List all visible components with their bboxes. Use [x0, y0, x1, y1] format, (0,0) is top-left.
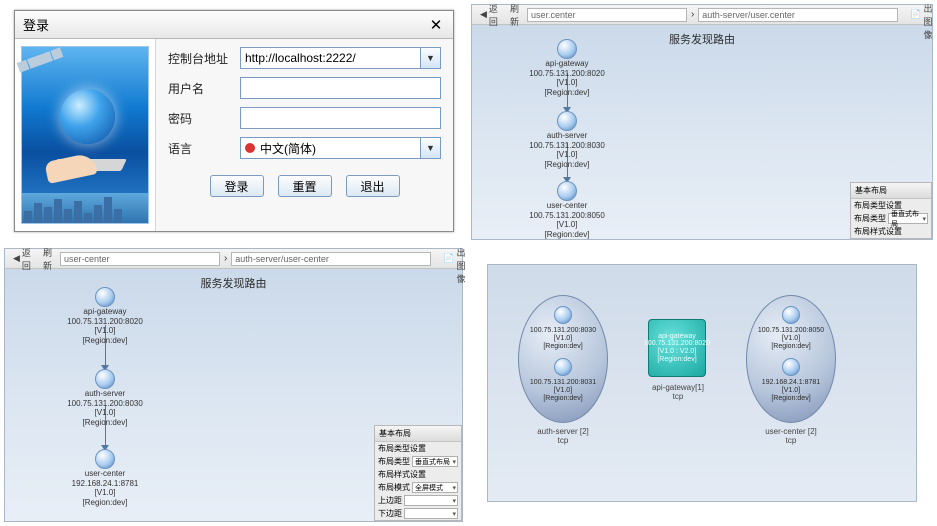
server-icon — [782, 358, 800, 376]
topology-window-tr: ◀ 返回 刷新 user.center › auth-server/user.c… — [471, 4, 933, 240]
bottom-margin-input[interactable] — [404, 508, 458, 519]
center-caption: api-gateway[1]tcp — [638, 383, 718, 401]
breadcrumb-sep: › — [224, 253, 227, 264]
node-auth-server[interactable]: auth-server 100.75.131.200:8030 [V1.0] [… — [537, 111, 597, 169]
topology-window-br: 100.75.131.200:8030 [V1.0] [Region:dev] … — [487, 264, 917, 502]
toolbar: ◀ 返回 刷新 user-center › auth-server/user-c… — [5, 249, 462, 269]
server-icon — [557, 39, 577, 59]
reset-button[interactable]: 重置 — [278, 175, 332, 197]
node-api-gateway[interactable]: api-gateway 100.75.131.200:8020 [V1.0] [… — [537, 39, 597, 97]
server-icon — [557, 111, 577, 131]
address-bar-2[interactable]: auth-server/user-center — [231, 252, 431, 266]
node-api-gateway[interactable]: api-gateway 100.75.131.200:8020 [V1.0] [… — [73, 287, 137, 345]
password-input[interactable] — [240, 107, 441, 129]
flag-icon — [245, 143, 255, 153]
node-api-gateway-center[interactable]: api-gateway 100.75.131.200:8020 [V1.0 : … — [648, 319, 706, 377]
language-label: 语言 — [168, 140, 230, 157]
toolbar: ◀ 返回 刷新 user.center › auth-server/user.c… — [472, 5, 932, 25]
server-icon — [95, 449, 115, 469]
props-title: 基本布局 — [851, 183, 931, 199]
export-button[interactable]: 📄 导出图像 — [439, 252, 467, 266]
server-icon — [95, 287, 115, 307]
cluster-caption: auth-server [2]tcp — [518, 427, 608, 445]
cluster-user-center[interactable]: 100.75.131.200:8050 [V1.0] [Region:dev] … — [746, 295, 836, 423]
layout-mode-select[interactable]: 全屏模式 — [412, 482, 458, 493]
node-user-center[interactable]: user-center 192.168.24.1:8781 [V1.0] [Re… — [73, 449, 137, 507]
language-combo[interactable]: 中文(简体) ▼ — [240, 137, 441, 159]
console-addr-value: http://localhost:2222/ — [245, 51, 356, 65]
close-icon[interactable]: ✕ — [427, 16, 445, 34]
console-addr-combo[interactable]: http://localhost:2222/ ▼ — [240, 47, 441, 69]
exit-button[interactable]: 退出 — [346, 175, 400, 197]
language-value: 中文(简体) — [260, 140, 316, 157]
login-button[interactable]: 登录 — [210, 175, 264, 197]
login-illustration — [15, 39, 155, 231]
node-auth-server[interactable]: auth-server 100.75.131.200:8030 [V1.0] [… — [73, 369, 137, 427]
console-addr-label: 控制台地址 — [168, 50, 230, 67]
top-margin-input[interactable] — [404, 495, 458, 506]
breadcrumb-sep: › — [691, 9, 694, 20]
server-icon — [554, 306, 572, 324]
address-bar-1[interactable]: user-center — [60, 252, 220, 266]
properties-panel: 基本布局 布局类型设置 布局类型 垂直式布局 布局样式设置 布局模式 全屏模式 … — [374, 425, 462, 521]
refresh-button[interactable]: 刷新 — [506, 8, 523, 22]
login-titlebar: 登录 ✕ — [15, 11, 453, 39]
chevron-down-icon[interactable]: ▼ — [420, 48, 440, 68]
server-icon — [782, 306, 800, 324]
export-button[interactable]: 📄 导出图像 — [906, 8, 936, 22]
server-icon — [95, 369, 115, 389]
username-input[interactable] — [240, 77, 441, 99]
login-window: 登录 ✕ — [14, 10, 454, 232]
server-icon — [554, 358, 572, 376]
node-user-center[interactable]: user-center 100.75.131.200:8050 [V1.0] [… — [537, 181, 597, 239]
username-label: 用户名 — [168, 80, 230, 97]
cluster-caption: user-center [2]tcp — [746, 427, 836, 445]
properties-panel: 基本布局 布局类型设置 布局类型 垂直式布局 布局样式设置 — [850, 182, 932, 239]
address-bar-2[interactable]: auth-server/user.center — [698, 8, 898, 22]
chevron-down-icon[interactable]: ▼ — [420, 138, 440, 158]
server-icon — [557, 181, 577, 201]
password-label: 密码 — [168, 110, 230, 127]
topology-window-bl: ◀ 返回 刷新 user-center › auth-server/user-c… — [4, 248, 463, 522]
layout-type-select[interactable]: 垂直式布局 — [412, 456, 458, 467]
layout-type-select[interactable]: 垂直式布局 — [888, 213, 928, 224]
back-button[interactable]: ◀ 返回 — [9, 252, 35, 266]
address-bar-1[interactable]: user.center — [527, 8, 687, 22]
back-button[interactable]: ◀ 返回 — [476, 8, 502, 22]
cluster-auth-server[interactable]: 100.75.131.200:8030 [V1.0] [Region:dev] … — [518, 295, 608, 423]
login-title: 登录 — [23, 15, 49, 34]
props-title: 基本布局 — [375, 426, 461, 442]
refresh-button[interactable]: 刷新 — [39, 252, 56, 266]
